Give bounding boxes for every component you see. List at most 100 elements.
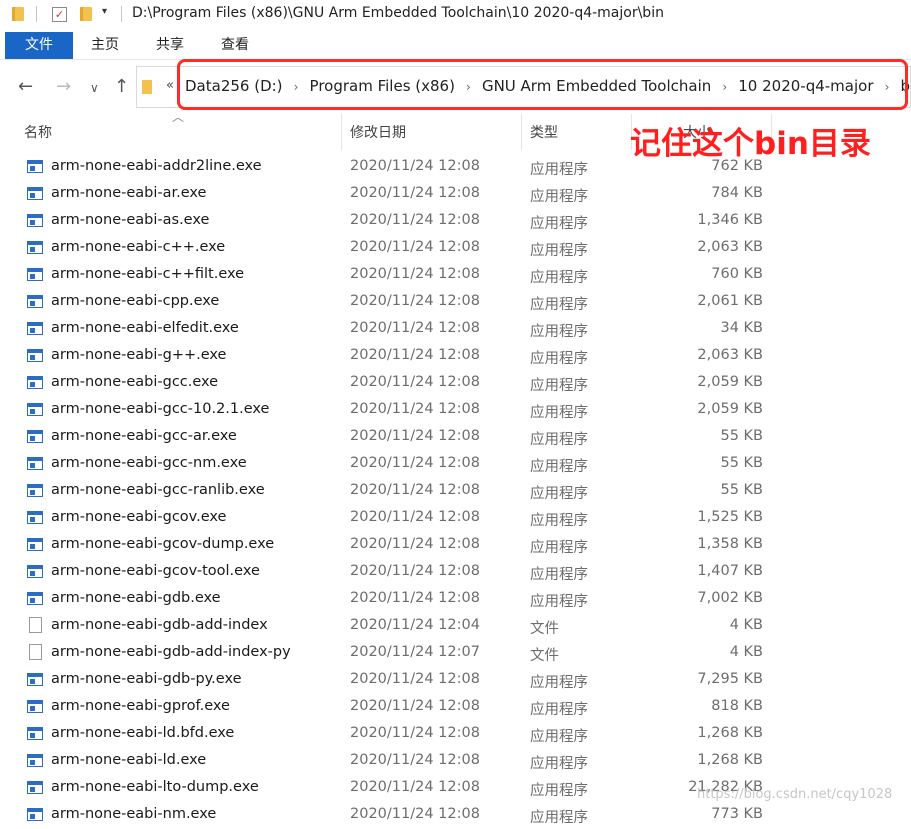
file-row[interactable]: arm-none-eabi-gcov-tool.exe 2020/11/24 12… — [0, 559, 911, 586]
divider — [121, 6, 122, 22]
file-size: 2,059 KB — [697, 401, 763, 417]
file-date: 2020/11/24 12:08 — [350, 752, 480, 768]
file-date: 2020/11/24 12:08 — [350, 401, 480, 417]
properties-icon[interactable]: ✓ — [52, 7, 67, 22]
file-name: arm-none-eabi-c++.exe — [51, 239, 226, 255]
file-type: 应用程序 — [530, 378, 588, 394]
back-icon[interactable]: ← — [18, 76, 33, 97]
file-size: 784 KB — [711, 185, 763, 201]
file-row[interactable]: arm-none-eabi-gdb-py.exe 2020/11/24 12:08… — [0, 667, 911, 694]
file-type: 应用程序 — [530, 270, 588, 286]
application-icon — [27, 160, 43, 173]
file-type: 应用程序 — [530, 783, 588, 799]
up-icon[interactable]: ↑ — [114, 76, 129, 97]
file-size: 4 KB — [729, 617, 763, 633]
column-type[interactable]: 类型 — [530, 122, 558, 142]
application-icon — [27, 727, 43, 740]
file-list: arm-none-eabi-addr2line.exe 2020/11/24 12… — [0, 154, 911, 829]
file-row[interactable]: arm-none-eabi-gcc-nm.exe 2020/11/24 12:08… — [0, 451, 911, 478]
file-row[interactable]: arm-none-eabi-cpp.exe 2020/11/24 12:08 应用程… — [0, 289, 911, 316]
application-icon — [27, 592, 43, 605]
application-icon — [27, 484, 43, 497]
file-row[interactable]: arm-none-eabi-gcc-ranlib.exe 2020/11/24 1… — [0, 478, 911, 505]
file-row[interactable]: arm-none-eabi-nm.exe 2020/11/24 12:08 应用程序… — [0, 802, 911, 829]
file-row[interactable]: arm-none-eabi-as.exe 2020/11/24 12:08 应用程序… — [0, 208, 911, 235]
file-name: arm-none-eabi-addr2line.exe — [51, 158, 262, 174]
file-name: arm-none-eabi-gcc-ranlib.exe — [51, 482, 265, 498]
file-row[interactable]: arm-none-eabi-ld.bfd.exe 2020/11/24 12:08… — [0, 721, 911, 748]
file-name: arm-none-eabi-cpp.exe — [51, 293, 220, 309]
file-row[interactable]: arm-none-eabi-gprof.exe 2020/11/24 12:08 应… — [0, 694, 911, 721]
highlight-annotation-box — [177, 59, 908, 110]
file-size: 762 KB — [711, 158, 763, 174]
application-icon — [27, 268, 43, 281]
file-size: 34 KB — [720, 320, 763, 336]
quick-access-dropdown-icon[interactable]: ▾ — [102, 6, 107, 17]
file-name: arm-none-eabi-lto-dump.exe — [51, 779, 259, 795]
file-name: arm-none-eabi-ar.exe — [51, 185, 207, 201]
column-resize-handle[interactable] — [341, 114, 342, 150]
file-size: 7,002 KB — [697, 590, 763, 606]
file-name: arm-none-eabi-ld.bfd.exe — [51, 725, 235, 741]
file-date: 2020/11/24 12:08 — [350, 482, 480, 498]
file-size: 1,358 KB — [697, 536, 763, 552]
file-type: 文件 — [530, 648, 559, 664]
tab-share[interactable]: 共享 — [145, 32, 195, 59]
file-date: 2020/11/24 12:08 — [350, 239, 480, 255]
file-name: arm-none-eabi-ld.exe — [51, 752, 207, 768]
file-row[interactable]: arm-none-eabi-c++.exe 2020/11/24 12:08 应用程… — [0, 235, 911, 262]
file-date: 2020/11/24 12:08 — [350, 266, 480, 282]
application-icon — [27, 403, 43, 416]
file-type: 应用程序 — [530, 594, 588, 610]
file-name: arm-none-eabi-gdb-add-index-py — [51, 644, 291, 660]
file-row[interactable]: arm-none-eabi-gdb-add-index-py 2020/11/24… — [0, 640, 911, 667]
file-row[interactable]: arm-none-eabi-c++filt.exe 2020/11/24 12:0… — [0, 262, 911, 289]
file-row[interactable]: arm-none-eabi-gcov-dump.exe 2020/11/24 12… — [0, 532, 911, 559]
file-date: 2020/11/24 12:08 — [350, 293, 480, 309]
new-folder-icon[interactable] — [80, 7, 92, 21]
file-type: 应用程序 — [530, 567, 588, 583]
forward-icon[interactable]: → — [56, 76, 71, 97]
application-icon — [27, 781, 43, 794]
file-type: 应用程序 — [530, 513, 588, 529]
more-locations-icon[interactable]: « — [166, 78, 174, 93]
file-type: 应用程序 — [530, 486, 588, 502]
tab-file[interactable]: 文件 — [5, 32, 73, 59]
file-row[interactable]: arm-none-eabi-gdb.exe 2020/11/24 12:08 应用程… — [0, 586, 911, 613]
column-date[interactable]: 修改日期 — [350, 122, 406, 142]
file-size: 2,059 KB — [697, 374, 763, 390]
file-type: 应用程序 — [530, 729, 588, 745]
file-row[interactable]: arm-none-eabi-gdb-add-index 2020/11/24 12… — [0, 613, 911, 640]
file-name: arm-none-eabi-gdb-add-index — [51, 617, 268, 633]
file-size: 55 KB — [720, 455, 763, 471]
file-row[interactable]: arm-none-eabi-ar.exe 2020/11/24 12:08 应用程序… — [0, 181, 911, 208]
application-icon — [27, 565, 43, 578]
file-row[interactable]: arm-none-eabi-addr2line.exe 2020/11/24 12… — [0, 154, 911, 181]
file-date: 2020/11/24 12:08 — [350, 158, 480, 174]
file-date: 2020/11/24 12:08 — [350, 536, 480, 552]
file-name: arm-none-eabi-elfedit.exe — [51, 320, 239, 336]
column-resize-handle[interactable] — [521, 114, 522, 150]
file-row[interactable]: arm-none-eabi-gcov.exe 2020/11/24 12:08 应用… — [0, 505, 911, 532]
file-date: 2020/11/24 12:08 — [350, 509, 480, 525]
application-icon — [27, 295, 43, 308]
file-name: arm-none-eabi-nm.exe — [51, 806, 217, 822]
file-row[interactable]: arm-none-eabi-ld.exe 2020/11/24 12:08 应用程序… — [0, 748, 911, 775]
file-date: 2020/11/24 12:07 — [350, 644, 480, 660]
column-name[interactable]: 名称 — [24, 122, 52, 142]
file-row[interactable]: arm-none-eabi-g++.exe 2020/11/24 12:08 应用程… — [0, 343, 911, 370]
file-name: arm-none-eabi-gdb-py.exe — [51, 671, 242, 687]
file-type: 应用程序 — [530, 702, 588, 718]
file-row[interactable]: arm-none-eabi-gcc-10.2.1.exe 2020/11/24 1… — [0, 397, 911, 424]
file-type: 应用程序 — [530, 540, 588, 556]
file-size: 818 KB — [711, 698, 763, 714]
file-name: arm-none-eabi-gcov-tool.exe — [51, 563, 260, 579]
tab-home[interactable]: 主页 — [80, 32, 130, 59]
application-icon — [27, 430, 43, 443]
file-row[interactable]: arm-none-eabi-elfedit.exe 2020/11/24 12:0… — [0, 316, 911, 343]
file-row[interactable]: arm-none-eabi-gcc.exe 2020/11/24 12:08 应用程… — [0, 370, 911, 397]
recent-locations-icon[interactable]: ∨ — [90, 81, 99, 95]
tab-view[interactable]: 查看 — [210, 32, 260, 59]
file-row[interactable]: arm-none-eabi-gcc-ar.exe 2020/11/24 12:08… — [0, 424, 911, 451]
title-bar: ✓ ▾ D:\Program Files (x86)\GNU Arm Embed… — [0, 0, 911, 30]
